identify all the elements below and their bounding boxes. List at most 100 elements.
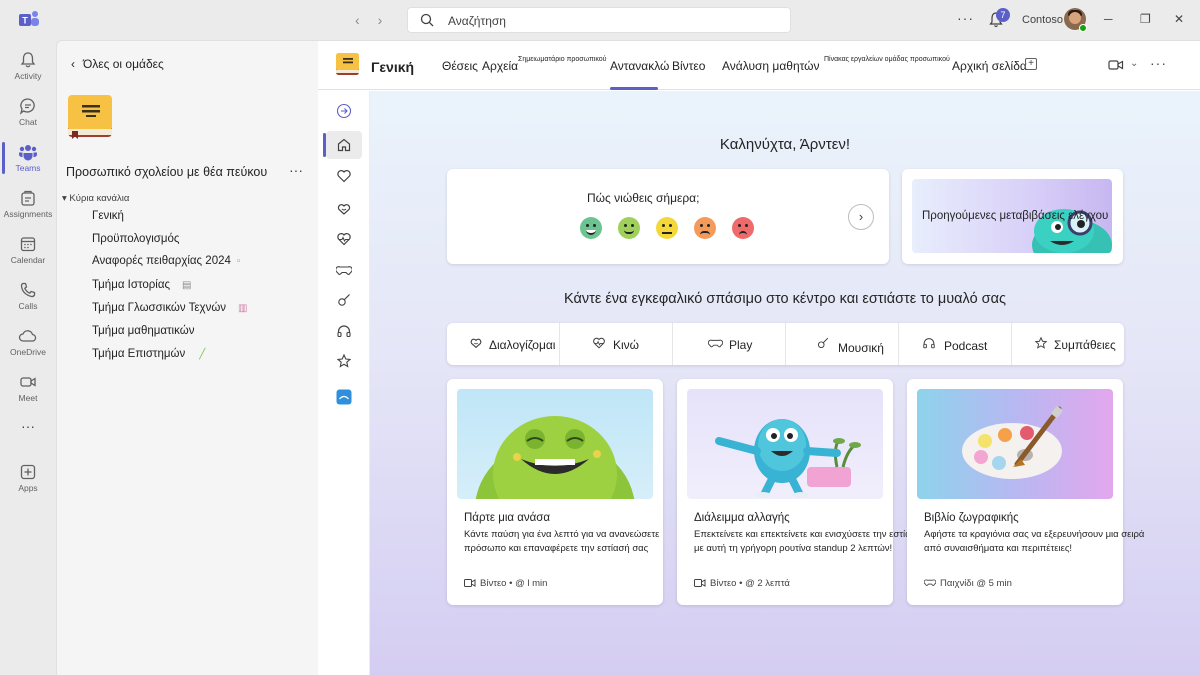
gamepad-icon — [923, 579, 937, 586]
channel-item[interactable]: Αναφορές πειθαρχίας 2024 ▫ — [92, 255, 240, 267]
add-tab-icon[interactable]: + — [1025, 58, 1037, 70]
blue-monster-icon — [715, 419, 861, 498]
heart-pulse-icon — [593, 337, 605, 349]
nav-move[interactable] — [326, 225, 362, 253]
activity-meta-text: Παιχνίδι @ 5 min — [940, 578, 1012, 589]
rail-meet[interactable]: Meet — [0, 368, 56, 414]
nav-app-logo[interactable] — [326, 383, 362, 411]
rail-label: Apps — [18, 483, 38, 493]
nav-play[interactable] — [326, 256, 362, 284]
rail-onedrive[interactable]: OneDrive — [0, 322, 56, 368]
rail-assignments[interactable]: Assignments — [0, 184, 56, 230]
tab-files[interactable]: Αρχεία — [482, 59, 518, 73]
reflect-app-icon — [336, 389, 352, 405]
neutral-face-icon[interactable] — [656, 217, 678, 239]
meditate-heart-icon — [470, 338, 482, 349]
category-meditate[interactable]: Διαλογίζομαι — [447, 323, 560, 365]
tab-home[interactable]: Αρχική σελίδα — [952, 59, 1027, 73]
guitar-icon — [817, 337, 829, 349]
tab-videos[interactable]: Βίντεο — [672, 59, 705, 73]
nav-music[interactable] — [326, 286, 362, 314]
headphones-icon — [923, 338, 935, 349]
forward-arrow-icon[interactable]: › — [378, 12, 383, 28]
category-podcast[interactable]: Podcast — [899, 323, 1012, 365]
rail-apps[interactable]: Apps — [0, 458, 56, 504]
category-music[interactable]: Μουσική — [786, 323, 899, 365]
activity-title: Πάρτε μια ανάσα — [464, 512, 551, 524]
rail-label: Calendar — [10, 255, 46, 265]
activity-card[interactable]: Διάλειμμα αλλαγής Επεκτείνετε και επεκτε… — [677, 379, 922, 605]
nav-favorites[interactable] — [326, 347, 362, 375]
assignments-icon — [21, 190, 35, 206]
activity-card[interactable]: Πάρτε μια ανάσα Κάντε παύση για ένα λεπτ… — [447, 379, 663, 605]
team-name[interactable]: Προσωπικό σχολείου με θέα πεύκου — [66, 165, 267, 179]
team-more-icon[interactable]: ··· — [289, 162, 303, 178]
activity-card[interactable]: Βιβλίο ζωγραφικής Αφήστε τα κραγιόνια σα… — [907, 379, 1144, 605]
nav-meditate[interactable] — [326, 195, 362, 223]
nav-feelings[interactable] — [326, 162, 362, 190]
upset-face-icon[interactable] — [732, 217, 754, 239]
rail-label: OneDrive — [10, 347, 46, 357]
more-options-icon[interactable]: ··· — [957, 10, 974, 26]
chevron-down-icon[interactable]: ⌄ — [1130, 58, 1138, 69]
mood-checkin-card: Πώς νιώθεις σήμερα; › — [447, 169, 889, 264]
back-arrow-icon[interactable]: ‹ — [355, 12, 360, 28]
previous-checkins-label: Προηγούμενες μεταβιβάσεις ελέγχου — [922, 210, 1109, 222]
rail-calendar[interactable]: Calendar — [0, 230, 56, 276]
activity-description: Κάντε παύση για ένα λεπτό για να ανανεώσ… — [464, 529, 660, 554]
channel-item[interactable]: Γενική — [92, 210, 124, 222]
minimize-icon[interactable]: ─ — [1104, 12, 1113, 26]
activity-title: Βιβλίο ζωγραφικής — [924, 512, 1019, 524]
rail-label: Activity — [14, 71, 42, 81]
nav-podcast[interactable] — [326, 317, 362, 345]
channel-label: Τμήμα μαθηματικών — [92, 325, 195, 337]
video-call-icon[interactable] — [1108, 59, 1124, 71]
restore-icon[interactable]: ❐ — [1140, 12, 1151, 26]
rail-teams[interactable]: Teams — [0, 138, 56, 184]
expand-nav-button[interactable] — [326, 97, 362, 125]
rail-calls[interactable]: Calls — [0, 276, 56, 322]
tab-reflect[interactable]: Αντανακλώ — [610, 59, 669, 73]
activity-meta: Βίντεο • @ l min — [464, 578, 547, 589]
channel-group-header[interactable]: ▾ Κύρια κανάλια — [62, 193, 129, 204]
close-icon[interactable]: ✕ — [1174, 12, 1184, 26]
tab-staff-dashboard[interactable]: Πίνακας εργαλείων ομάδας προσωπικού — [824, 56, 950, 63]
frowning-face-icon[interactable] — [694, 217, 716, 239]
category-play[interactable]: Play — [673, 323, 786, 365]
tab-staff-notebook[interactable]: Σημειωματάριο προσωπικού — [518, 56, 606, 63]
heart-pulse-icon — [337, 233, 351, 246]
org-name[interactable]: Contoso — [1022, 14, 1063, 26]
channel-item[interactable]: Τμήμα Γλωσσικών Τεχνών ▥ — [92, 302, 248, 314]
rail-more-icon[interactable]: ··· — [0, 418, 56, 440]
rail-activity[interactable]: Activity — [0, 46, 56, 92]
tab-insights[interactable]: Ανάλυση μαθητών — [722, 59, 820, 73]
channel-label: Τμήμα Γλωσσικών Τεχνών — [92, 302, 227, 314]
channel-label: Προϋπολογισμός — [92, 233, 180, 245]
activity-meta-text: Βίντεο • @ 2 λεπτά — [710, 578, 790, 589]
channel-item[interactable]: Προϋπολογισμός — [92, 233, 179, 245]
category-move[interactable]: Κινώ — [560, 323, 673, 365]
rail-label: Teams — [15, 163, 41, 173]
search-box[interactable]: Αναζήτηση — [407, 7, 791, 33]
rail-chat[interactable]: Chat — [0, 92, 56, 138]
all-teams-back-link[interactable]: ‹ Όλες οι ομάδες — [71, 57, 164, 71]
main-area: Γενική Θέσεις Αρχεία Σημειωματάριο προσω… — [318, 40, 1200, 675]
nav-home[interactable] — [323, 131, 362, 159]
channel-item[interactable]: Τμήμα Επιστημών ╱ — [92, 348, 205, 360]
tab-posts[interactable]: Θέσεις — [442, 59, 478, 73]
previous-checkins-card[interactable]: Προηγούμενες μεταβιβάσεις ελέγχου — [902, 169, 1123, 264]
category-label: Play — [729, 338, 753, 352]
category-favorites[interactable]: Συμπάθειες — [1012, 323, 1124, 365]
header-more-icon[interactable]: ··· — [1150, 55, 1167, 71]
channel-item[interactable]: Τμήμα μαθηματικών — [92, 325, 194, 337]
activity-image — [917, 389, 1113, 499]
smiling-face-icon[interactable] — [618, 217, 640, 239]
paint-palette-icon — [962, 406, 1063, 479]
mood-next-button[interactable]: › — [848, 204, 874, 230]
grinning-face-icon[interactable] — [580, 217, 602, 239]
activity-title: Διάλειμμα αλλαγής — [694, 512, 790, 524]
category-label: Μουσική — [838, 341, 884, 355]
channel-item[interactable]: Τμήμα Ιστορίας ▤ — [92, 279, 191, 291]
mood-question: Πώς νιώθεις σήμερα; — [587, 191, 700, 205]
chat-icon — [19, 98, 35, 115]
